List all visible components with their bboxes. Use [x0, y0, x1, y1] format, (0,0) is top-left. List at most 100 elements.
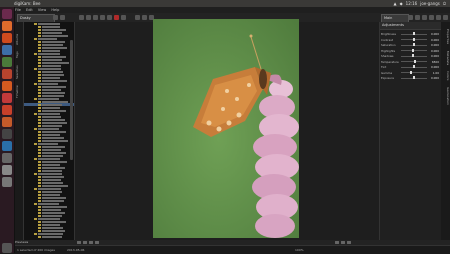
- adjustment-slider-row[interactable]: Highlights 0.000: [381, 49, 439, 53]
- disk-icon[interactable]: [2, 177, 12, 187]
- slider-handle[interactable]: [413, 32, 415, 36]
- slider-track[interactable]: [401, 55, 427, 57]
- view-split-icon[interactable]: [347, 241, 351, 244]
- slider-value[interactable]: 0.000: [431, 32, 439, 36]
- adjustment-slider-row[interactable]: Exposure 0.000: [381, 76, 439, 80]
- slider-value[interactable]: 0.000: [431, 43, 439, 47]
- zoom-in-icon[interactable]: [135, 15, 140, 20]
- forward-icon[interactable]: [60, 15, 65, 20]
- slider-value[interactable]: 1.00: [433, 71, 439, 75]
- trash-icon[interactable]: [2, 243, 12, 253]
- files-icon[interactable]: [2, 21, 12, 31]
- measure-icon[interactable]: [95, 241, 99, 244]
- redeye-icon[interactable]: [83, 241, 87, 244]
- grid-icon[interactable]: [415, 15, 420, 20]
- list-icon[interactable]: [422, 15, 427, 20]
- system-tray: ▲ ◆ 12:16 joe-gangs ⏻: [394, 0, 446, 7]
- tree-item[interactable]: [24, 235, 74, 238]
- next-icon[interactable]: [93, 15, 98, 20]
- slider-handle[interactable]: [413, 65, 415, 69]
- prev-icon[interactable]: [86, 15, 91, 20]
- volume-icon[interactable]: ◆: [400, 0, 403, 7]
- menu-help[interactable]: Help: [51, 8, 59, 12]
- tab-properties[interactable]: Properties: [441, 28, 450, 46]
- terminal-icon[interactable]: [2, 129, 12, 139]
- back-icon[interactable]: [53, 15, 58, 20]
- zoom-out-icon[interactable]: [142, 15, 147, 20]
- brush-icon[interactable]: [89, 241, 93, 244]
- slider-handle[interactable]: [410, 70, 413, 74]
- tab-searches[interactable]: Searches: [15, 64, 23, 80]
- settings-icon[interactable]: [2, 117, 12, 127]
- adjustment-slider-row[interactable]: Saturation 0.000: [381, 43, 439, 47]
- rotate-left-icon[interactable]: [107, 15, 112, 20]
- slideshow-icon[interactable]: [443, 15, 448, 20]
- tab-albums[interactable]: Albums: [15, 32, 23, 46]
- slider-value[interactable]: 0.000: [431, 76, 439, 80]
- clock[interactable]: 12:16: [406, 0, 418, 7]
- menu-file[interactable]: File: [15, 8, 21, 12]
- adjustment-slider-row[interactable]: Contrast 0.000: [381, 38, 439, 42]
- tab-metadata[interactable]: Metadata: [441, 50, 450, 66]
- adjustment-slider-row[interactable]: Tint 0.000: [381, 65, 439, 69]
- view-compare-icon[interactable]: [341, 241, 345, 244]
- delete-icon[interactable]: [114, 15, 119, 20]
- rotate-right-icon[interactable]: [121, 15, 126, 20]
- right-panel-header: Adjustments: [380, 22, 443, 30]
- tab-geolocation[interactable]: Geolocation: [441, 86, 450, 106]
- adjustment-slider-row[interactable]: Gamma 1.00: [381, 71, 439, 75]
- slider-track[interactable]: [401, 72, 427, 73]
- calc-icon[interactable]: [2, 57, 12, 67]
- slider-label: Temperature: [381, 59, 399, 64]
- right-sidebar-tabs: Properties Metadata Colors Geolocation: [441, 22, 450, 240]
- system-monitor-icon[interactable]: [2, 153, 12, 163]
- menu-view[interactable]: View: [38, 8, 46, 12]
- tab-tags[interactable]: Tags: [15, 50, 23, 60]
- crop-icon[interactable]: [77, 241, 81, 244]
- libreoffice-icon[interactable]: [2, 45, 12, 55]
- adjustment-slider-row[interactable]: Brightness 0.000: [381, 32, 439, 36]
- slider-handle[interactable]: [414, 59, 417, 63]
- user-name[interactable]: joe-gangs: [420, 0, 440, 7]
- slider-label: Tint: [381, 65, 387, 69]
- software-center-icon[interactable]: [2, 81, 12, 91]
- layout-icon[interactable]: [408, 15, 413, 20]
- slider-label: Highlights: [381, 48, 396, 53]
- album-tree[interactable]: [24, 22, 75, 244]
- slider-handle[interactable]: [413, 37, 415, 41]
- slider-value[interactable]: 0.000: [431, 54, 439, 58]
- slider-label: Saturation: [381, 43, 396, 47]
- network-icon[interactable]: ▲: [394, 0, 397, 7]
- drive-icon[interactable]: [2, 165, 12, 175]
- slider-value[interactable]: 0.000: [431, 49, 439, 53]
- slider-handle[interactable]: [411, 54, 414, 58]
- tab-colors[interactable]: Colors: [441, 70, 450, 82]
- photo-preview[interactable]: [153, 19, 299, 238]
- fullscreen-icon[interactable]: [436, 15, 441, 20]
- adjustment-slider-row[interactable]: Temperature 6500: [381, 60, 439, 64]
- tab-timeline[interactable]: Timeline: [15, 84, 23, 100]
- impress-icon[interactable]: [2, 69, 12, 79]
- tree-scrollbar[interactable]: [70, 40, 73, 160]
- slider-value[interactable]: 0.000: [431, 65, 439, 69]
- last-icon[interactable]: [100, 15, 105, 20]
- slider-value[interactable]: 0.000: [431, 38, 439, 42]
- amazon-icon[interactable]: [2, 105, 12, 115]
- slider-track[interactable]: [401, 50, 427, 51]
- menu-edit[interactable]: Edit: [26, 8, 33, 12]
- slider-handle[interactable]: [411, 48, 414, 52]
- window-title: digiKam: Bee: [14, 1, 41, 6]
- previews-label: Previews: [15, 240, 29, 244]
- slider-value[interactable]: 6500: [432, 60, 439, 64]
- digikam-icon[interactable]: [2, 141, 12, 151]
- preview-icon[interactable]: [429, 15, 434, 20]
- slider-handle[interactable]: [413, 76, 415, 80]
- adjustment-slider-row[interactable]: Shadows 0.000: [381, 54, 439, 58]
- power-icon[interactable]: ⏻: [443, 0, 446, 7]
- firefox-icon[interactable]: [2, 33, 12, 43]
- view-single-icon[interactable]: [335, 241, 339, 244]
- dash-icon[interactable]: [2, 9, 12, 19]
- first-icon[interactable]: [79, 15, 84, 20]
- help-icon[interactable]: [2, 93, 12, 103]
- slider-handle[interactable]: [413, 43, 415, 47]
